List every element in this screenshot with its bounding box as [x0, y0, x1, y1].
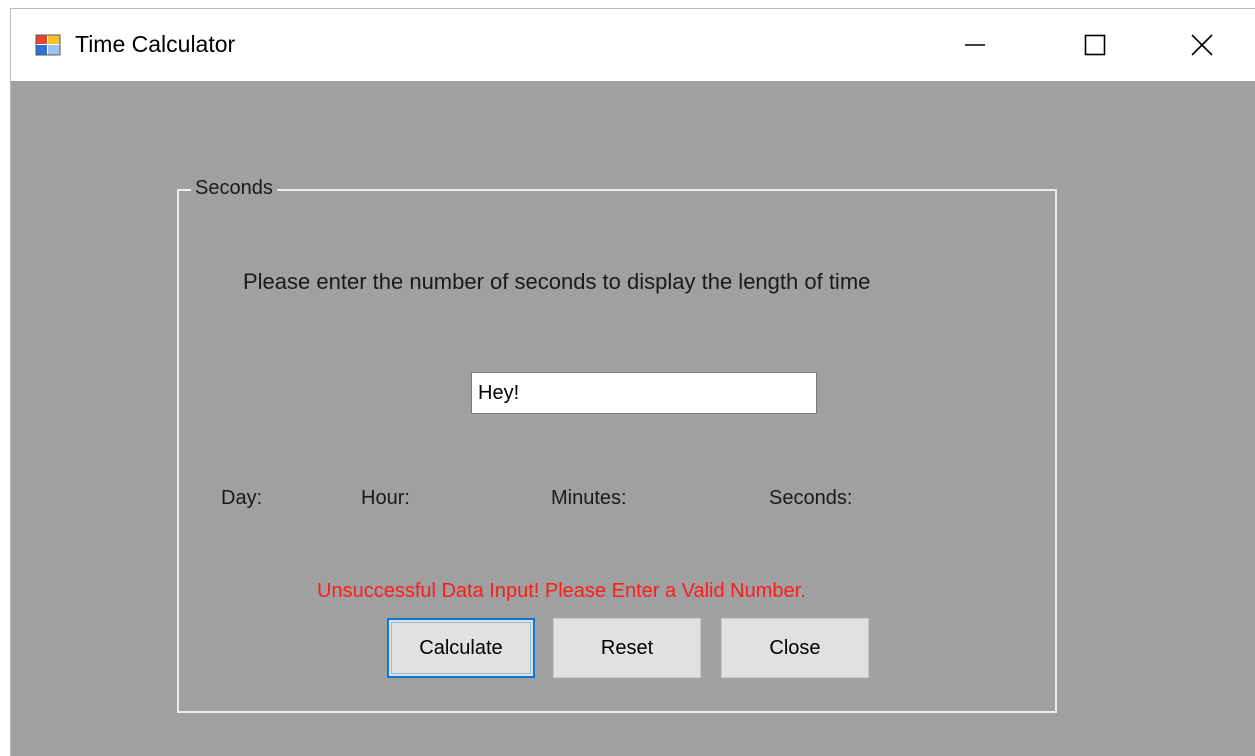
maximize-button[interactable]: [1041, 9, 1149, 81]
reset-button-label: Reset: [600, 636, 654, 659]
close-button-label: Close: [769, 636, 821, 659]
close-window-button[interactable]: [1148, 9, 1255, 81]
minimize-button[interactable]: [921, 9, 1029, 81]
seconds-label: Seconds:: [769, 487, 853, 509]
instruction-label: Please enter the number of seconds to di…: [237, 267, 877, 297]
title-bar[interactable]: Time Calculator: [11, 9, 1255, 81]
app-icon: [35, 34, 61, 56]
day-label: Day:: [221, 487, 263, 509]
minimize-icon: [965, 44, 985, 46]
reset-button[interactable]: Reset: [553, 618, 701, 678]
minutes-label: Minutes:: [551, 487, 627, 509]
error-message: Unsuccessful Data Input! Please Enter a …: [317, 580, 806, 602]
close-button[interactable]: Close: [721, 618, 869, 678]
seconds-input[interactable]: [471, 372, 817, 414]
hour-label: Hour:: [361, 487, 410, 509]
calculate-button-label: Calculate: [419, 636, 503, 659]
window-title: Time Calculator: [75, 31, 236, 57]
time-calculator-window: Time Calculator Seconds Please enter the…: [10, 8, 1255, 756]
client-area: Seconds Please enter the number of secon…: [11, 81, 1255, 756]
maximize-icon: [1084, 34, 1106, 56]
groupbox-label: Seconds: [191, 175, 277, 201]
calculate-button[interactable]: Calculate: [387, 618, 535, 678]
close-icon: [1191, 34, 1213, 56]
